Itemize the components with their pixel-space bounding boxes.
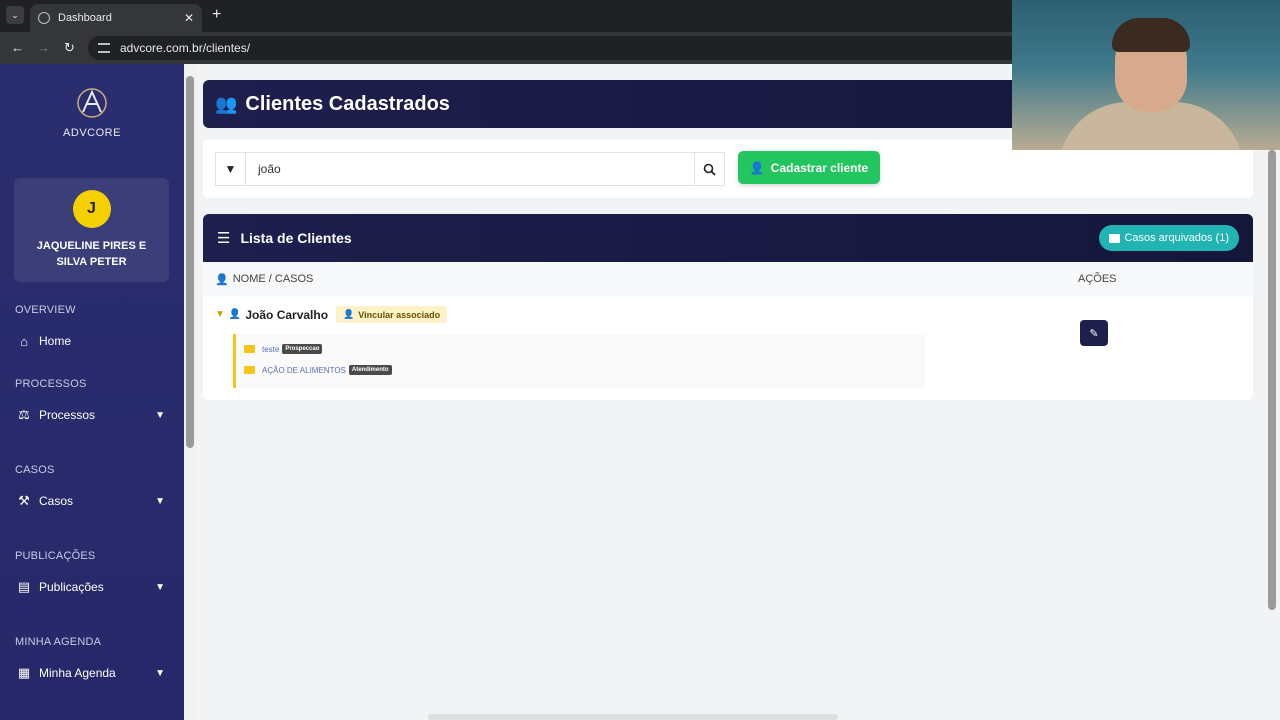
page-footer-shadow	[428, 714, 838, 720]
column-name-cases: NOME / CASOS	[232, 273, 314, 285]
person-hair	[1112, 18, 1190, 52]
user-plus-icon: 👤	[749, 160, 765, 175]
sidebar-item-label: Casos	[39, 494, 74, 508]
case-name[interactable]: AÇÃO DE ALIMENTOS	[262, 366, 346, 375]
list-icon: ☰	[217, 230, 231, 247]
calendar-icon: ▦	[17, 665, 31, 680]
site-settings-icon[interactable]	[98, 43, 110, 53]
archived-cases-label: Casos arquivados (1)	[1124, 232, 1229, 244]
status-badge: Prospeccao	[282, 344, 323, 354]
expand-toggle-icon[interactable]: ▼	[215, 309, 225, 320]
edit-client-button[interactable]: ✎	[1080, 320, 1108, 346]
case-name[interactable]: teste	[262, 345, 279, 354]
client-list-header: ☰ Lista de Clientes Casos arquivados (1)	[203, 214, 1253, 262]
filter-button[interactable]: ▼	[215, 152, 245, 186]
chevron-down-icon: ▼	[155, 667, 165, 679]
advcore-logo-icon	[77, 88, 107, 118]
table-header: 👤 NOME / CASOS AÇÕES	[203, 262, 1253, 296]
search-icon	[703, 163, 716, 176]
link-associate-label: Vincular associado	[358, 309, 441, 320]
sidebar-item-label: Home	[39, 334, 72, 348]
cases-list: teste Prospeccao AÇÃO DE ALIMENTOS Atend…	[233, 334, 925, 388]
archived-cases-button[interactable]: Casos arquivados (1)	[1099, 225, 1239, 251]
section-publicacoes: PUBLICAÇÕES	[15, 550, 96, 562]
webcam-overlay	[1012, 0, 1280, 150]
section-overview: OVERVIEW	[15, 304, 76, 316]
section-processos: PROCESSOS	[15, 378, 87, 390]
user-card[interactable]: J JAQUELINE PIRES E SILVA PETER	[14, 178, 169, 282]
globe-icon	[38, 12, 50, 24]
client-name[interactable]: João Carvalho	[245, 308, 328, 322]
user-name: JAQUELINE PIRES E SILVA PETER	[36, 240, 147, 268]
users-icon: 👥	[215, 93, 238, 114]
gavel-icon: ⚒	[18, 493, 30, 508]
user-plus-icon: 👤	[343, 309, 355, 319]
column-actions: AÇÕES	[1078, 273, 1117, 285]
main-scrollbar[interactable]	[1268, 150, 1276, 610]
browser-tab[interactable]: Dashboard ✕	[30, 4, 202, 32]
tab-title: Dashboard	[58, 12, 112, 24]
scale-icon: ⚖	[18, 407, 30, 422]
sidebar-item-label: Publicações	[39, 580, 104, 594]
sidebar-item-label: Minha Agenda	[39, 666, 116, 680]
pencil-icon: ✎	[1089, 327, 1099, 340]
status-badge: Atendimento	[348, 365, 392, 375]
chevron-down-icon: ▼	[155, 581, 165, 593]
search-button[interactable]	[695, 152, 725, 186]
folder-icon	[244, 366, 255, 374]
folder-icon	[1109, 233, 1121, 243]
main-content: 👥 Clientes Cadastrados ▼ 👤 Cadastrar cli…	[196, 64, 1280, 720]
client-list-title: Lista de Clientes	[240, 230, 352, 246]
reload-icon[interactable]: ↻	[64, 40, 75, 56]
client-list-card: ☰ Lista de Clientes Casos arquivados (1)…	[203, 214, 1253, 400]
sidebar-item-publicacoes[interactable]: ▤ Publicações ▼	[15, 576, 165, 598]
table-row: ▼ 👤 João Carvalho 👤 Vincular associado t…	[203, 296, 1253, 400]
sidebar-item-minha-agenda[interactable]: ▦ Minha Agenda ▼	[15, 662, 165, 684]
newspaper-icon: ▤	[17, 579, 31, 594]
tab-search-button[interactable]: ⌄	[6, 6, 24, 24]
back-icon[interactable]: ←	[11, 40, 24, 55]
register-client-button[interactable]: 👤 Cadastrar cliente	[738, 151, 880, 184]
chevron-down-icon: ⌄	[11, 9, 19, 20]
chevron-down-icon: ▼	[155, 495, 165, 507]
forward-icon[interactable]: →	[37, 40, 50, 55]
url-text: advcore.com.br/clientes/	[120, 41, 251, 55]
filter-icon: ▼	[224, 162, 237, 176]
search-input[interactable]	[245, 152, 695, 186]
sidebar-item-casos[interactable]: ⚒ Casos ▼	[15, 490, 165, 512]
sidebar-item-processos[interactable]: ⚖ Processos ▼	[15, 404, 165, 426]
logo-text: ADVCORE	[63, 127, 121, 139]
close-icon[interactable]: ✕	[184, 11, 194, 25]
app-logo[interactable]: ADVCORE	[62, 86, 122, 139]
new-tab-button[interactable]: +	[212, 6, 221, 24]
scrollbar-thumb[interactable]	[186, 76, 194, 448]
section-casos: CASOS	[15, 464, 55, 476]
client-line: ▼ 👤 João Carvalho 👤 Vincular associado	[215, 306, 448, 323]
page-title: Clientes Cadastrados	[245, 92, 450, 115]
home-icon: ⌂	[20, 333, 28, 349]
folder-icon	[244, 345, 255, 353]
sidebar: ADVCORE J JAQUELINE PIRES E SILVA PETER …	[0, 64, 184, 720]
chevron-down-icon: ▼	[155, 409, 165, 421]
sidebar-item-home[interactable]: ⌂ Home	[15, 330, 165, 352]
avatar: J	[72, 190, 111, 228]
section-minha-agenda: MINHA AGENDA	[15, 636, 102, 648]
address-bar[interactable]: advcore.com.br/clientes/	[88, 36, 1028, 60]
user-icon: 👤	[215, 273, 229, 286]
sidebar-scrollbar[interactable]	[184, 64, 196, 720]
list-item[interactable]: AÇÃO DE ALIMENTOS Atendimento	[244, 365, 392, 375]
link-associate-button[interactable]: 👤 Vincular associado	[336, 306, 448, 323]
person-icon: 👤	[228, 309, 242, 320]
list-item[interactable]: teste Prospeccao	[244, 344, 323, 354]
sidebar-item-label: Processos	[39, 408, 96, 422]
register-client-label: Cadastrar cliente	[770, 160, 869, 175]
